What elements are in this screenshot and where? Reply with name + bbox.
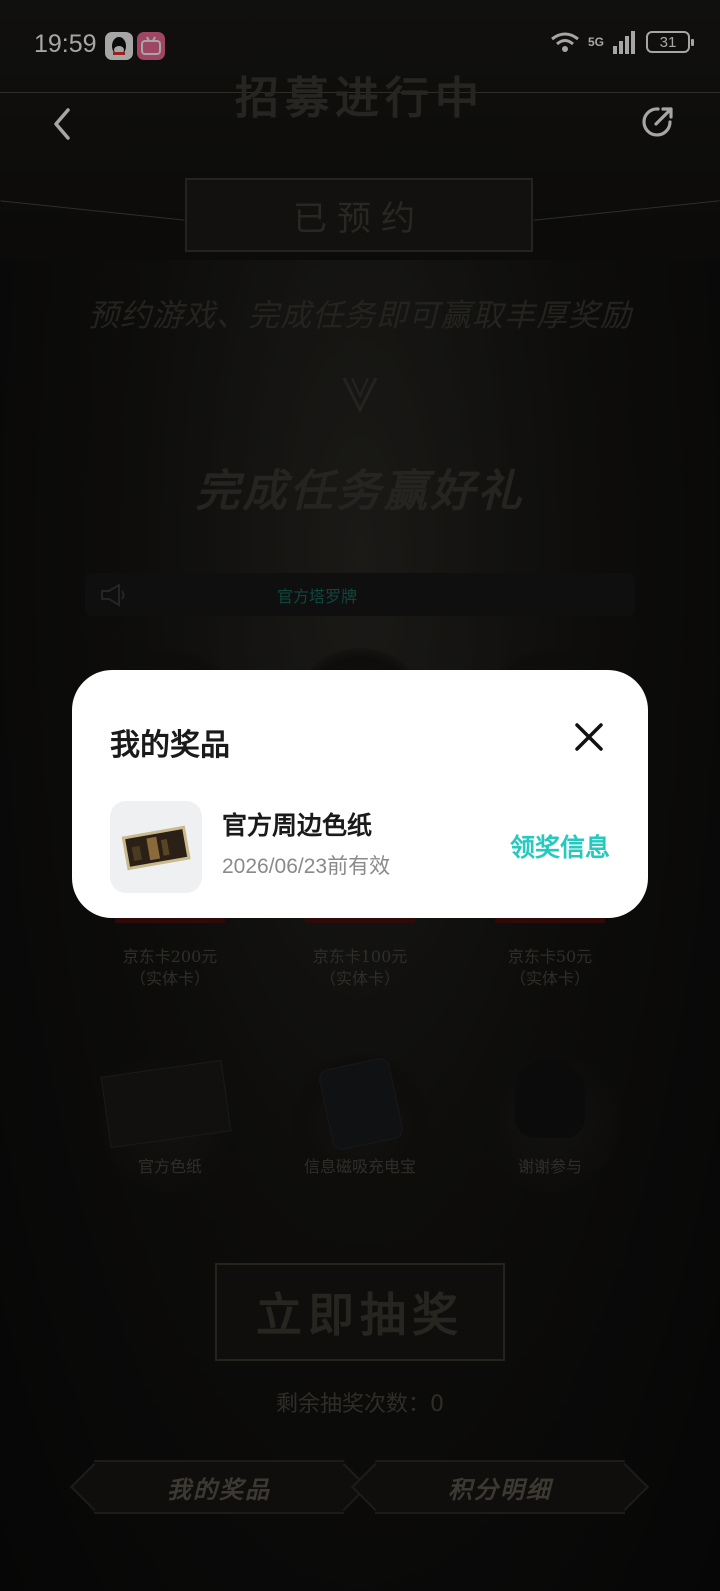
- my-prizes-label: 我的奖品: [167, 1474, 271, 1504]
- prize-name: 官方周边色纸: [222, 811, 373, 840]
- points-detail-label: 积分明细: [448, 1474, 552, 1504]
- poster-image: [121, 825, 191, 871]
- claim-info-link[interactable]: 领奖信息: [510, 828, 610, 864]
- dialog-title: 我的奖品: [110, 728, 230, 763]
- my-prizes-dialog: 我的奖品 官方周边色纸 2026/06/23前有效 领奖信息: [72, 670, 648, 918]
- prize-thumbnail: [110, 801, 202, 893]
- prize-expiry: 2026/06/23前有效: [222, 855, 391, 878]
- close-icon[interactable]: [574, 722, 604, 752]
